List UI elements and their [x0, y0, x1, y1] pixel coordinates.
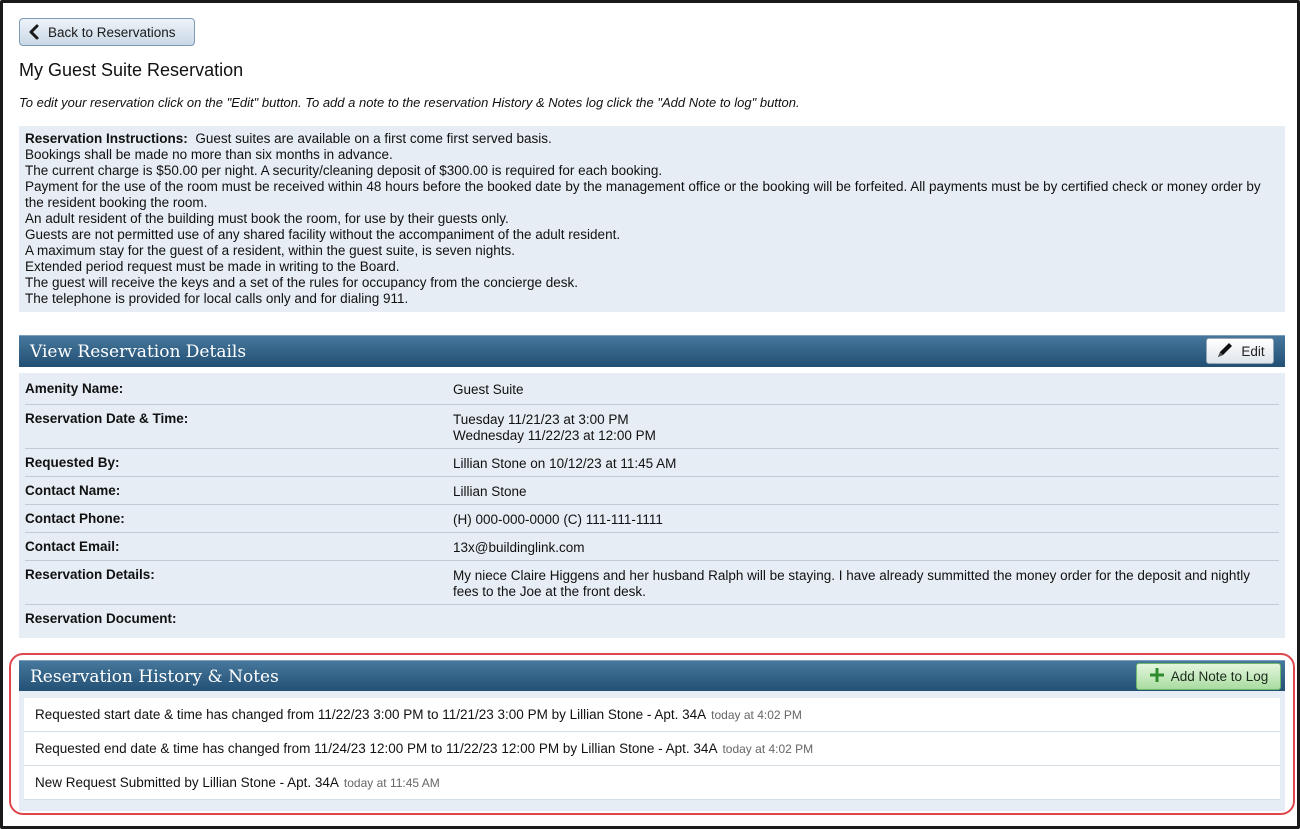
detail-value: Tuesday 11/21/23 at 3:00 PM Wednesday 11…	[453, 409, 1279, 448]
detail-label: Reservation Date & Time:	[25, 411, 189, 426]
detail-label: Requested By:	[25, 455, 120, 470]
detail-label: Amenity Name:	[25, 381, 124, 396]
instructions-line: Guests are not permitted use of any shar…	[25, 227, 621, 242]
history-list: Requested start date & time has changed …	[19, 691, 1285, 811]
detail-row-date-time: Reservation Date & Time: Tuesday 11/21/2…	[25, 405, 1279, 449]
detail-row-contact-phone: Contact Phone: (H) 000-000-0000 (C) 111-…	[25, 505, 1279, 533]
detail-row-reservation-details: Reservation Details: My niece Claire Hig…	[25, 561, 1279, 605]
detail-value: 13x@buildinglink.com	[453, 540, 585, 555]
detail-row-requested-by: Requested By: Lillian Stone on 10/12/23 …	[25, 449, 1279, 477]
detail-label: Contact Phone:	[25, 511, 125, 526]
edit-button[interactable]: Edit	[1206, 338, 1274, 364]
pen-icon	[1215, 340, 1235, 363]
detail-row-contact-name: Contact Name: Lillian Stone	[25, 477, 1279, 505]
instructions-line: The guest will receive the keys and a se…	[25, 275, 579, 290]
detail-value-start: Tuesday 11/21/23 at 3:00 PM	[453, 412, 629, 427]
history-section-header: Reservation History & Notes Add Note to …	[19, 660, 1285, 692]
history-item-timestamp: today at 11:45 AM	[343, 775, 440, 790]
instructions-line: The current charge is $50.00 per night. …	[25, 163, 663, 178]
history-item-timestamp: today at 4:02 PM	[722, 741, 814, 756]
detail-label: Contact Email:	[25, 539, 120, 554]
reservation-instructions: Reservation Instructions: Guest suites a…	[19, 126, 1285, 312]
instructions-first-line: Reservation Instructions: Guest suites a…	[25, 131, 1279, 147]
history-item-timestamp: today at 4:02 PM	[711, 707, 802, 722]
plus-icon	[1149, 667, 1165, 686]
instructions-line: An adult resident of the building must b…	[25, 211, 509, 226]
detail-value	[453, 609, 1279, 633]
details-section-header: View Reservation Details Edit	[19, 335, 1285, 367]
instructions-line: Payment for the use of the room must be …	[25, 179, 1261, 210]
intro-text: To edit your reservation click on the "E…	[19, 95, 800, 110]
page-title: My Guest Suite Reservation	[19, 60, 244, 80]
back-to-reservations-button[interactable]: Back to Reservations	[19, 18, 195, 46]
history-item-text: New Request Submitted by Lillian Stone -…	[35, 775, 339, 790]
detail-value-end: Wednesday 11/22/23 at 12:00 PM	[453, 428, 656, 443]
history-item-text: Requested end date & time has changed fr…	[35, 741, 718, 756]
detail-value: Guest Suite	[453, 382, 524, 397]
instructions-line: Bookings shall be made no more than six …	[25, 147, 393, 162]
details-section-title: View Reservation Details	[30, 341, 247, 362]
reservation-details: Amenity Name: Guest Suite Reservation Da…	[19, 373, 1285, 638]
detail-value: Lillian Stone	[453, 484, 527, 499]
detail-label: Reservation Details:	[25, 567, 155, 582]
instructions-lead: Reservation Instructions:	[25, 131, 188, 146]
add-note-to-log-button[interactable]: Add Note to Log	[1136, 663, 1281, 690]
history-item: Requested end date & time has changed fr…	[24, 732, 1280, 766]
instructions-line: Extended period request must be made in …	[25, 259, 400, 274]
instructions-line: The telephone is provided for local call…	[25, 291, 409, 306]
history-item-text: Requested start date & time has changed …	[35, 707, 707, 722]
add-note-button-label: Add Note to Log	[1170, 669, 1269, 684]
history-item: Requested start date & time has changed …	[24, 698, 1280, 732]
edit-button-label: Edit	[1241, 343, 1265, 359]
instructions-text: Guest suites are available on a first co…	[195, 131, 552, 146]
detail-value: Lillian Stone on 10/12/23 at 11:45 AM	[453, 456, 677, 471]
history-section-title: Reservation History & Notes	[30, 666, 279, 687]
detail-row-amenity: Amenity Name: Guest Suite	[25, 373, 1279, 405]
instructions-line: A maximum stay for the guest of a reside…	[25, 243, 515, 258]
chevron-left-icon	[20, 24, 48, 40]
history-item: New Request Submitted by Lillian Stone -…	[24, 766, 1280, 800]
back-button-label: Back to Reservations	[48, 24, 176, 40]
detail-row-contact-email: Contact Email: 13x@buildinglink.com	[25, 533, 1279, 561]
detail-value: (H) 000-000-0000 (C) 111-111-1111	[453, 512, 663, 527]
detail-label: Reservation Document:	[25, 611, 177, 626]
detail-row-reservation-document: Reservation Document:	[25, 605, 1279, 633]
detail-value: My niece Claire Higgens and her husband …	[453, 568, 1250, 599]
detail-label: Contact Name:	[25, 483, 121, 498]
